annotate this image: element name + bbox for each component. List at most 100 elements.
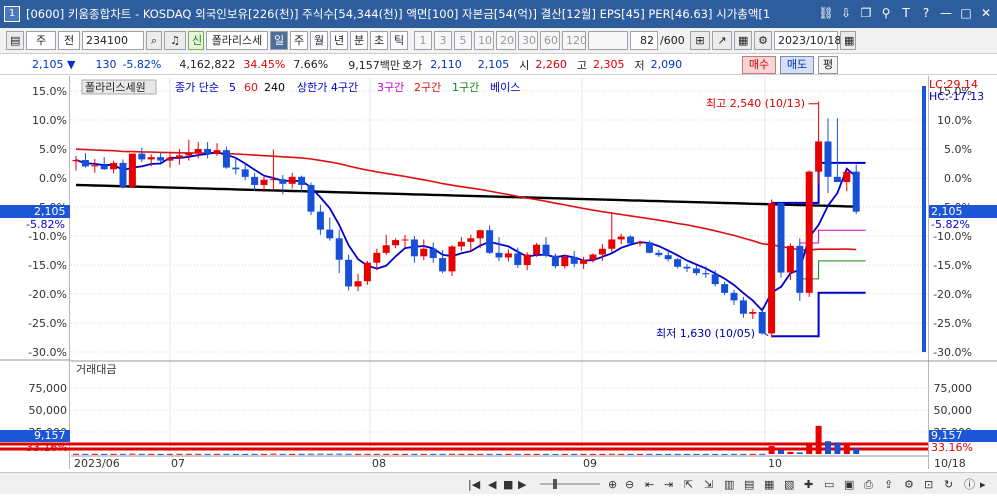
interval-20[interactable]: 20 [496, 31, 516, 50]
zoom-out-icon[interactable]: ⊖ [625, 478, 634, 491]
volume-bar [749, 453, 756, 455]
first-icon[interactable]: |◀ [468, 478, 481, 491]
interval-30[interactable]: 30 [518, 31, 538, 50]
volume-bar [420, 453, 427, 455]
window-title: [0600] 키움종합차트 - KOSDAQ 외국인보유[226(천)] 주식수… [26, 7, 771, 21]
count-input[interactable]: 82 [630, 31, 658, 50]
interval-60[interactable]: 60 [540, 31, 560, 50]
prev-icon[interactable]: ◀ [488, 478, 497, 491]
compare-icon[interactable]: ▧ [784, 478, 794, 491]
window-number[interactable]: 1 [4, 6, 20, 22]
settings-icon[interactable]: ⚙ [904, 478, 914, 491]
interval-select[interactable] [588, 31, 628, 50]
search-icon[interactable]: ⌕ [146, 31, 162, 50]
layout-icon[interactable]: ▦ [734, 31, 752, 50]
copy-icon[interactable]: ❐ [857, 4, 875, 22]
maximize-icon[interactable]: □ [957, 4, 975, 22]
eval-button[interactable]: 평 [818, 56, 838, 74]
period-week[interactable]: 주 [290, 31, 308, 50]
menu-icon[interactable]: ▤ [6, 31, 24, 50]
interval-3[interactable]: 3 [434, 31, 452, 50]
legend-env3: 3구간 [377, 81, 404, 94]
market2-select[interactable]: 전 [58, 31, 80, 50]
volume-bar [505, 453, 512, 455]
period-minute[interactable]: 분 [350, 31, 368, 50]
text-icon[interactable]: T [897, 4, 915, 22]
sound-icon[interactable]: ♫ [164, 31, 186, 50]
candle-body [608, 239, 616, 249]
calendar-icon[interactable]: ▦ [840, 31, 856, 50]
ruler-icon[interactable]: ▭ [824, 478, 834, 491]
candle-body [100, 165, 108, 170]
period-day[interactable]: 일 [270, 31, 288, 50]
close-icon[interactable]: ✕ [977, 4, 995, 22]
chart-style-icon[interactable]: ▤ [744, 478, 754, 491]
indicator-icon[interactable]: ▦ [764, 478, 774, 491]
candle-body [110, 162, 118, 170]
refresh-icon[interactable]: ↻ [944, 478, 953, 491]
volume-bar [73, 453, 79, 455]
draw-icon[interactable]: ↗ [712, 31, 732, 50]
chart-type-icon[interactable]: ▥ [724, 478, 734, 491]
x-label-jul: 07 [171, 457, 185, 470]
minimize-icon[interactable]: — [937, 4, 955, 22]
export-icon[interactable]: ⇪ [884, 478, 893, 491]
candle-body [382, 245, 390, 253]
period-second[interactable]: 초 [370, 31, 388, 50]
interval-120[interactable]: 120 [562, 31, 587, 50]
expand-icon[interactable]: ⇲ [704, 478, 713, 491]
volume-bar [853, 448, 860, 454]
volume-bar [806, 445, 813, 454]
candle-body [542, 244, 550, 256]
save-icon[interactable]: ▣ [844, 478, 854, 491]
period-tick[interactable]: 틱 [390, 31, 408, 50]
period-year[interactable]: 년 [330, 31, 348, 50]
help-icon[interactable]: ? [917, 4, 935, 22]
fit-icon[interactable]: ⇱ [684, 478, 693, 491]
volume-bar [242, 453, 249, 455]
volume-bar [533, 453, 540, 455]
pan-right-icon[interactable]: ⇥ [664, 478, 673, 491]
period-month[interactable]: 월 [310, 31, 328, 50]
market-select[interactable]: 주 [26, 31, 56, 50]
candle-body [843, 171, 851, 183]
grid-icon[interactable]: ⊞ [690, 31, 710, 50]
candle-body [852, 171, 860, 212]
scroll-handle[interactable] [553, 479, 557, 489]
high-label: 고 [576, 58, 587, 72]
sell-button[interactable]: 매도 [780, 56, 814, 74]
candle-body [175, 155, 183, 158]
volume-bar [834, 442, 841, 454]
zoom-in-icon[interactable]: ⊕ [608, 478, 617, 491]
pan-left-icon[interactable]: ⇤ [645, 478, 654, 491]
hc-label: HC:-17.13 [929, 90, 984, 103]
date-input[interactable]: 2023/10/18 [774, 31, 841, 50]
crosshair-icon[interactable]: ✚ [804, 478, 813, 491]
volume-bar [308, 453, 314, 455]
candle-body [457, 241, 465, 247]
price-chart[interactable]: 15.0%15.0%10.0%10.0%5.0%5.0%0.0%0.0%-5.0… [0, 76, 997, 470]
volume-bar [646, 453, 653, 455]
gear-icon[interactable]: ⚙ [754, 31, 772, 50]
more-icon[interactable]: ▸ [980, 478, 986, 491]
stock-code-input[interactable]: 234100 [82, 31, 144, 50]
print-icon[interactable]: ⎙ [864, 478, 873, 491]
candle-body [260, 179, 268, 185]
info-icon[interactable]: ⓘ [964, 478, 975, 491]
pin-icon[interactable]: ⚲ [877, 4, 895, 22]
candle-body [815, 141, 823, 172]
down-arrow-icon[interactable]: ⇩ [837, 4, 855, 22]
interval-10[interactable]: 10 [474, 31, 494, 50]
next-icon[interactable]: ▶ [518, 478, 527, 491]
link-icon[interactable]: ⛓ [817, 4, 835, 22]
interval-1[interactable]: 1 [414, 31, 432, 50]
type-badge[interactable]: 신 [188, 31, 204, 50]
candle-body [504, 253, 512, 258]
buy-button[interactable]: 매수 [742, 56, 776, 74]
volume-bar [571, 453, 578, 455]
candle-body [824, 141, 832, 177]
volume-title: 거래대금 [76, 363, 116, 376]
lock-icon[interactable]: ⊡ [924, 478, 933, 491]
interval-5[interactable]: 5 [454, 31, 472, 50]
stop-icon[interactable]: ■ [503, 478, 513, 491]
